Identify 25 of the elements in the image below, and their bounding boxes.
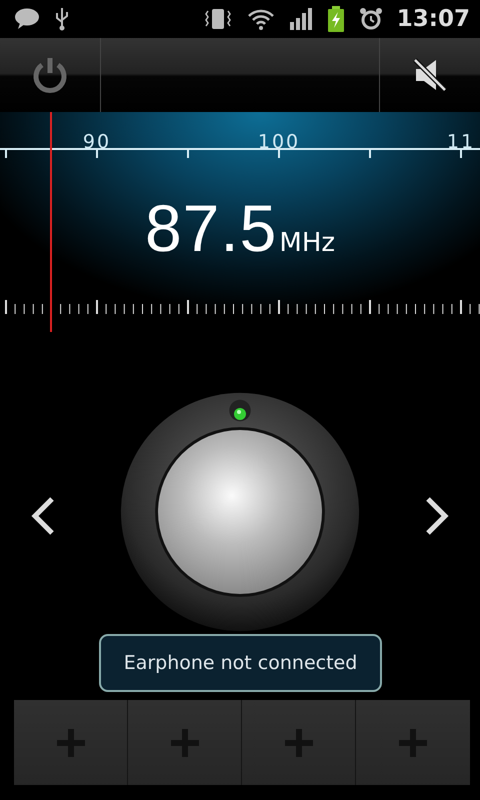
frequency-readout: 87.5	[144, 190, 278, 266]
tuning-dial[interactable]: 90 100 11 87.5 MHz	[0, 112, 480, 332]
plus-icon	[282, 726, 314, 758]
plus-icon	[397, 726, 429, 758]
battery-charging-icon	[326, 6, 345, 32]
clock-time: 13:07	[396, 6, 470, 32]
frequency-unit: MHz	[279, 228, 336, 258]
usb-icon	[54, 7, 70, 31]
plus-icon	[54, 726, 86, 758]
signal-icon	[288, 8, 313, 30]
earphone-toast: Earphone not connected	[99, 634, 382, 692]
vibrate-icon	[202, 7, 233, 31]
scale-label: 100	[258, 131, 300, 153]
power-icon	[31, 55, 69, 95]
tuning-knob-drawing[interactable]	[118, 390, 362, 634]
scale-label: 11	[446, 131, 476, 153]
alarm-clock-icon	[358, 7, 383, 31]
plus-icon	[168, 726, 200, 758]
speaker-muted-icon	[412, 57, 448, 93]
chat-icon	[14, 8, 40, 30]
tuning-needle[interactable]	[50, 112, 52, 332]
previous-arrow-button[interactable]	[30, 496, 56, 536]
wifi-icon	[246, 8, 275, 30]
next-arrow-button[interactable]	[424, 496, 450, 536]
scale-label: 90	[82, 131, 112, 153]
